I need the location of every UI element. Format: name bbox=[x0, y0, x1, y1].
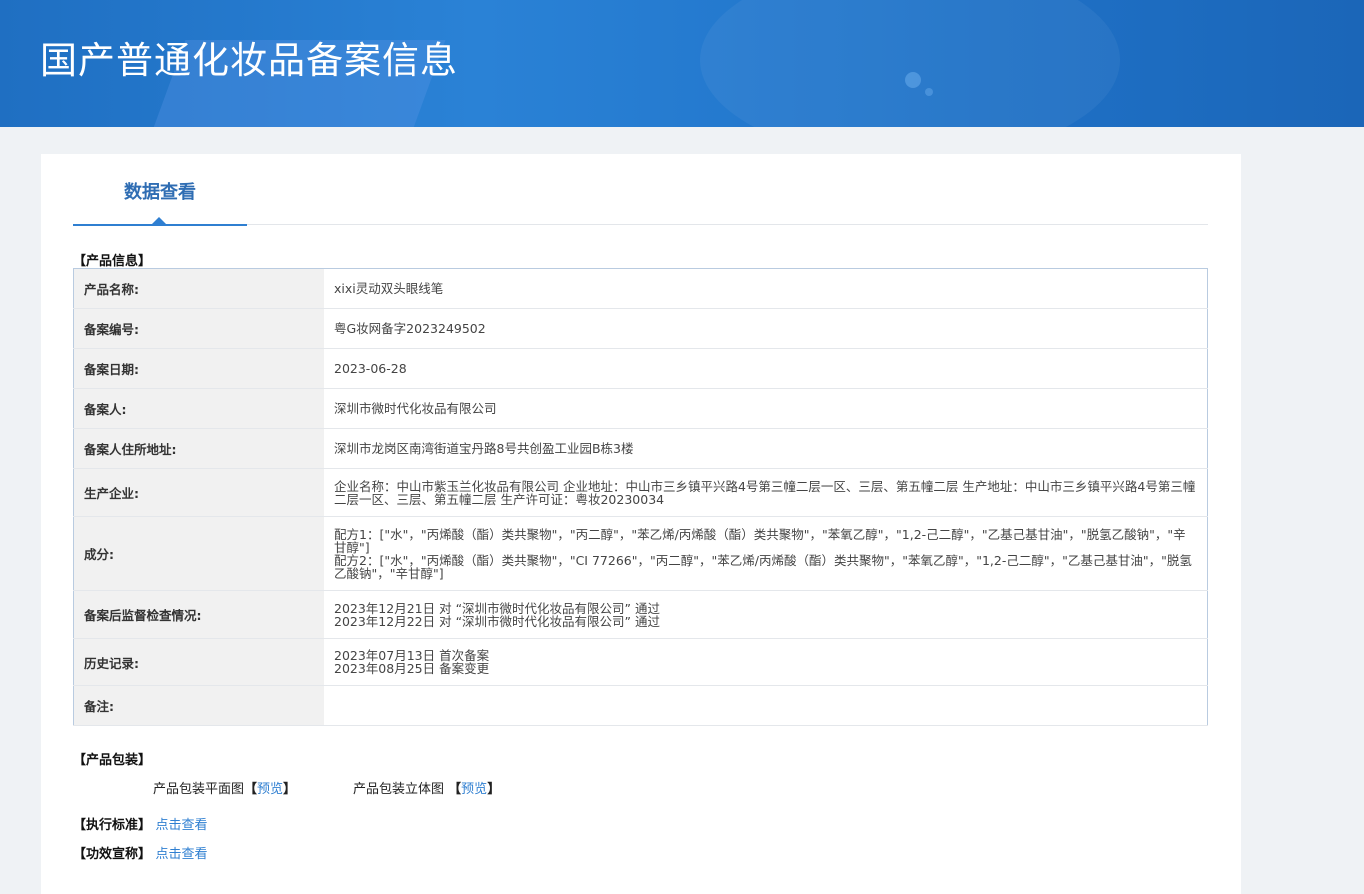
info-key: 备案日期: bbox=[73, 348, 324, 389]
info-value-line: 粤G妆网备字2023249502 bbox=[334, 321, 486, 336]
package-solid-preview-link[interactable]: 预览 bbox=[461, 782, 487, 797]
info-value: 2023年07月13日 首次备案 2023年08月25日 备案变更 bbox=[324, 638, 1208, 686]
info-key: 备案编号: bbox=[73, 308, 324, 349]
package-flat-row: 产品包装平面图【预览】 bbox=[153, 778, 296, 797]
bracket-close: 】 bbox=[283, 782, 297, 797]
info-value: xixi灵动双头眼线笔 bbox=[324, 268, 1208, 309]
info-value: 深圳市微时代化妆品有限公司 bbox=[324, 388, 1208, 429]
info-key: 备注: bbox=[73, 685, 324, 726]
info-row: 备案编号: 粤G妆网备字2023249502 bbox=[73, 308, 1208, 349]
info-row: 生产企业: 企业名称：中山市紫玉兰化妆品有限公司 企业地址：中山市三乡镇平兴路4号… bbox=[73, 468, 1208, 517]
info-row: 成分: 配方1：["水"，"丙烯酸（酯）类共聚物"，"丙二醇"，"苯乙烯/丙烯酸（… bbox=[73, 516, 1208, 591]
info-value-line: 2023-06-28 bbox=[334, 361, 407, 376]
info-key: 产品名称: bbox=[73, 268, 324, 309]
package-solid-row: 产品包装立体图 【预览】 bbox=[353, 778, 500, 797]
info-value: 2023年12月21日 对 “深圳市微时代化妆品有限公司” 通过 2023年12月… bbox=[324, 590, 1208, 639]
info-value-line: 2023年12月21日 对 “深圳市微时代化妆品有限公司” 通过 bbox=[334, 600, 660, 616]
bracket-open: 【 bbox=[244, 782, 258, 797]
info-value-line: 企业名称：中山市紫玉兰化妆品有限公司 企业地址：中山市三乡镇平兴路4号第三幢二层… bbox=[334, 478, 1196, 507]
bracket-close: 】 bbox=[487, 782, 501, 797]
efficacy-heading: 【功效宣称】 bbox=[73, 847, 152, 862]
info-key: 备案后监督检查情况: bbox=[73, 590, 324, 639]
efficacy-row: 【功效宣称】 点击查看 bbox=[73, 843, 208, 862]
info-row: 历史记录: 2023年07月13日 首次备案 2023年08月25日 备案变更 bbox=[73, 638, 1208, 686]
info-value-line: 深圳市微时代化妆品有限公司 bbox=[334, 401, 497, 416]
info-row: 备案人: 深圳市微时代化妆品有限公司 bbox=[73, 388, 1208, 429]
header-banner: 国产普通化妆品备案信息 bbox=[0, 0, 1364, 127]
info-value: 配方1：["水"，"丙烯酸（酯）类共聚物"，"丙二醇"，"苯乙烯/丙烯酸（酯）类… bbox=[324, 516, 1208, 591]
info-value-line: 2023年08月25日 备案变更 bbox=[334, 661, 490, 676]
info-value-line: 深圳市龙岗区南湾街道宝丹路8号共创盈工业园B栋3楼 bbox=[334, 441, 634, 456]
info-value-line: xixi灵动双头眼线笔 bbox=[334, 281, 444, 296]
info-value-line: 2023年12月22日 对 “深圳市微时代化妆品有限公司” 通过 bbox=[334, 613, 660, 629]
info-value-line: 配方1：["水"，"丙烯酸（酯）类共聚物"，"丙二醇"，"苯乙烯/丙烯酸（酯）类… bbox=[334, 526, 1186, 555]
info-value: 深圳市龙岗区南湾街道宝丹路8号共创盈工业园B栋3楼 bbox=[324, 428, 1208, 469]
info-row: 备案日期: 2023-06-28 bbox=[73, 348, 1208, 389]
banner-decoration bbox=[700, 0, 1120, 127]
info-value: 企业名称：中山市紫玉兰化妆品有限公司 企业地址：中山市三乡镇平兴路4号第三幢二层… bbox=[324, 468, 1208, 517]
info-key: 成分: bbox=[73, 516, 324, 591]
package-heading: 【产品包装】 bbox=[73, 753, 152, 768]
package-flat-preview-link[interactable]: 预览 bbox=[257, 782, 283, 797]
info-key: 备案人住所地址: bbox=[73, 428, 324, 469]
info-value: 2023-06-28 bbox=[324, 348, 1208, 389]
product-info-heading: 【产品信息】 bbox=[73, 254, 152, 269]
package-solid-label: 产品包装立体图 bbox=[353, 782, 445, 797]
info-value: 粤G妆网备字2023249502 bbox=[324, 308, 1208, 349]
info-key: 生产企业: bbox=[73, 468, 324, 517]
product-info-table: 产品名称: xixi灵动双头眼线笔 备案编号: 粤G妆网备字2023249502 备案日… bbox=[73, 268, 1208, 726]
info-row: 备案后监督检查情况: 2023年12月21日 对 “深圳市微时代化妆品有限公司” … bbox=[73, 590, 1208, 639]
standard-view-link[interactable]: 点击查看 bbox=[156, 818, 208, 833]
banner-dot bbox=[925, 88, 933, 96]
package-flat-label: 产品包装平面图 bbox=[153, 782, 245, 797]
standard-heading: 【执行标准】 bbox=[73, 818, 152, 833]
tab-data-view[interactable]: 数据查看 bbox=[73, 154, 247, 226]
info-key: 备案人: bbox=[73, 388, 324, 429]
tab-label: 数据查看 bbox=[124, 182, 196, 203]
info-value bbox=[324, 685, 1208, 726]
tab-bar: 数据查看 bbox=[73, 154, 1208, 226]
banner-dot bbox=[905, 72, 921, 88]
info-row: 备案人住所地址: 深圳市龙岗区南湾街道宝丹路8号共创盈工业园B栋3楼 bbox=[73, 428, 1208, 469]
bracket-open: 【 bbox=[448, 782, 462, 797]
content-card: 数据查看 【产品信息】 产品名称: xixi灵动双头眼线笔 备案编号: 粤G妆网备字2… bbox=[41, 154, 1241, 894]
standard-row: 【执行标准】 点击查看 bbox=[73, 814, 208, 833]
info-row: 产品名称: xixi灵动双头眼线笔 bbox=[73, 268, 1208, 309]
page-title: 国产普通化妆品备案信息 bbox=[40, 39, 458, 82]
info-key: 历史记录: bbox=[73, 638, 324, 686]
efficacy-view-link[interactable]: 点击查看 bbox=[156, 847, 208, 862]
info-row: 备注: bbox=[73, 685, 1208, 726]
tab-caret-icon bbox=[152, 217, 166, 224]
info-value-line: 配方2：["水"，"丙烯酸（酯）类共聚物"，"CI 77266"，"丙二醇"，"… bbox=[334, 552, 1192, 581]
